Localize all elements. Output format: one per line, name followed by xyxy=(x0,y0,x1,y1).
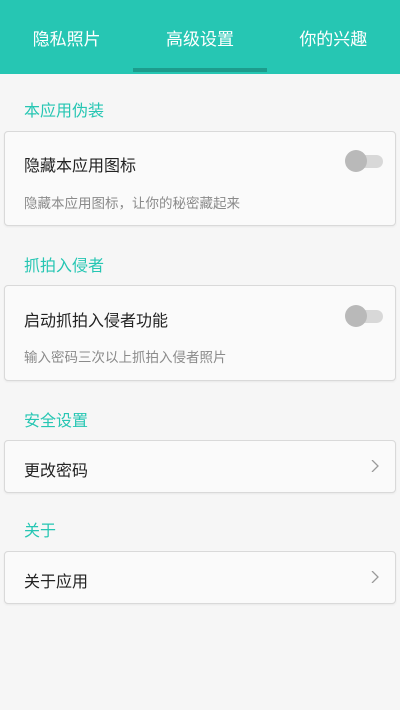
tab-label: 高级设置 xyxy=(165,29,234,50)
toggle-knob xyxy=(345,305,367,327)
intruder-capture-toggle[interactable] xyxy=(345,305,383,327)
about-app-row[interactable]: 关于应用 xyxy=(4,551,396,604)
chevron-right-icon xyxy=(371,571,379,583)
tab-label: 你的兴趣 xyxy=(299,29,368,50)
chevron-right-icon xyxy=(371,460,379,472)
hide-icon-description: 隐藏本应用图标，让你的秘密藏起来 xyxy=(24,196,240,212)
toggle-knob xyxy=(345,150,367,172)
section-title-security: 安全设置 xyxy=(24,411,89,430)
section-title-about: 关于 xyxy=(24,521,57,540)
tab-label: 隐私照片 xyxy=(32,29,101,50)
tab-private-photos[interactable]: 隐私照片 xyxy=(0,0,133,74)
hide-icon-toggle[interactable] xyxy=(345,150,383,172)
section-title-disguise: 本应用伪装 xyxy=(24,101,105,120)
tab-advanced-settings[interactable]: 高级设置 xyxy=(133,0,266,74)
intruder-capture-description: 输入密码三次以上抓拍入侵者照片 xyxy=(24,350,227,366)
change-password-label: 更改密码 xyxy=(24,461,89,480)
intruder-capture-title: 启动抓拍入侵者功能 xyxy=(24,311,169,330)
about-app-label: 关于应用 xyxy=(24,572,89,591)
hide-icon-title: 隐藏本应用图标 xyxy=(24,156,137,175)
tab-bar: 隐私照片 高级设置 你的兴趣 xyxy=(0,0,400,74)
change-password-row[interactable]: 更改密码 xyxy=(4,440,396,493)
active-tab-indicator xyxy=(133,68,267,72)
section-title-intruder: 抓拍入侵者 xyxy=(24,256,105,275)
card-intruder-capture: 启动抓拍入侵者功能 输入密码三次以上抓拍入侵者照片 xyxy=(4,285,396,381)
card-hide-icon: 隐藏本应用图标 隐藏本应用图标，让你的秘密藏起来 xyxy=(4,131,396,226)
tab-your-interests[interactable]: 你的兴趣 xyxy=(267,0,400,74)
